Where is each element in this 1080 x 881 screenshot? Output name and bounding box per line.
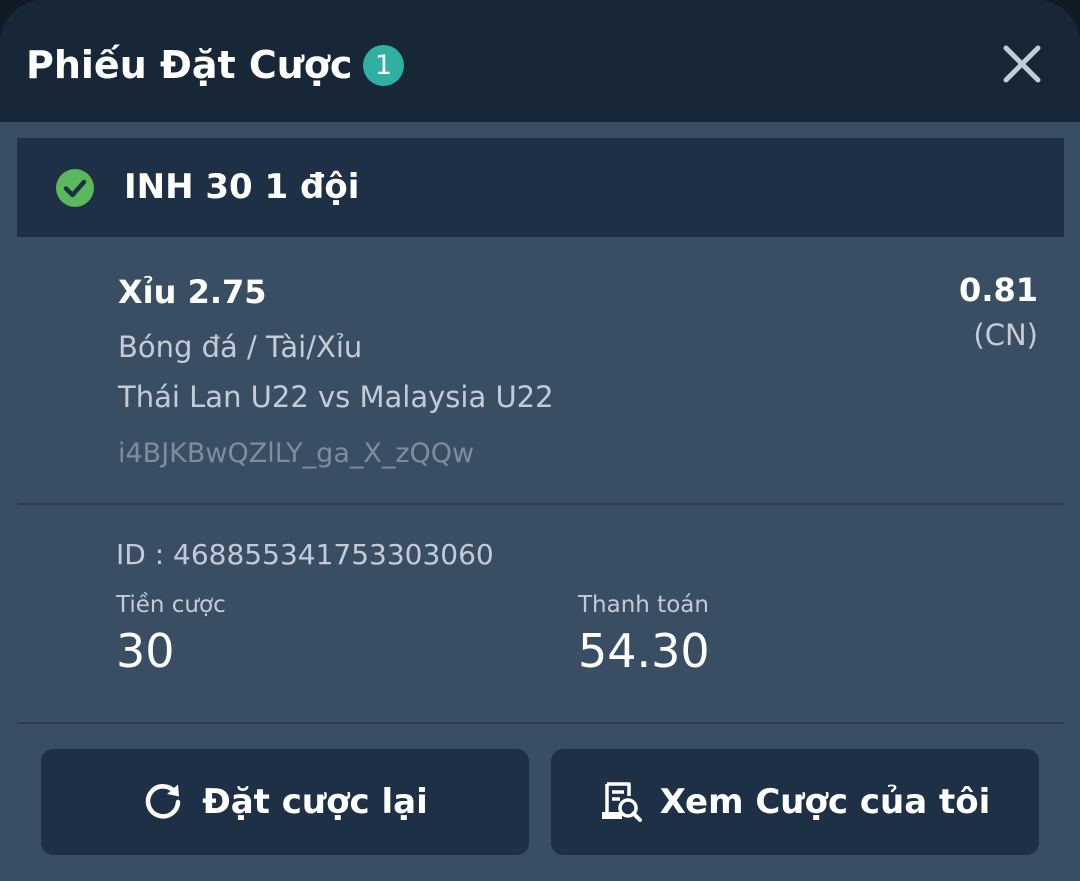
close-button[interactable] — [996, 38, 1048, 90]
bet-slip-header: Phiếu Đặt Cược 1 — [0, 0, 1080, 122]
stake-label: Tiền cược — [116, 592, 226, 618]
refresh-icon — [146, 784, 181, 819]
divider — [17, 503, 1064, 505]
rebet-label: Đặt cược lại — [202, 782, 428, 822]
bet-slip-modal: Phiếu Đặt Cược 1 INH 30 1 đội Xỉu 2.75 0… — [0, 0, 1080, 881]
bet-reference: i4BJKBwQZlLY_ga_X_zQQw — [118, 438, 475, 469]
payout-value: 54.30 — [578, 624, 710, 678]
my-bets-label: Xem Cược của tôi — [659, 782, 991, 822]
bet-slip-title: Phiếu Đặt Cược — [26, 43, 353, 87]
bet-odds: 0.81 — [959, 271, 1038, 309]
stake-value: 30 — [116, 624, 175, 678]
my-bets-button[interactable]: Xem Cược của tôi — [551, 749, 1039, 855]
check-circle-icon — [56, 169, 94, 207]
bet-id: ID : 468855341753303060 — [116, 538, 494, 571]
odds-type: (CN) — [973, 318, 1038, 352]
bet-status-text: INH 30 1 đội — [124, 167, 360, 207]
divider — [17, 722, 1064, 724]
rebet-button[interactable]: Đặt cược lại — [41, 749, 529, 855]
bet-match: Thái Lan U22 vs Malaysia U22 — [118, 380, 554, 414]
bet-selection: Xỉu 2.75 — [118, 273, 267, 311]
bet-market: Bóng đá / Tài/Xỉu — [118, 330, 363, 364]
bet-status-bar: INH 30 1 đội — [17, 138, 1064, 237]
bet-count-badge: 1 — [363, 45, 404, 86]
payout-label: Thanh toán — [578, 592, 709, 618]
close-icon — [1003, 45, 1041, 83]
receipt-search-icon — [601, 782, 642, 822]
